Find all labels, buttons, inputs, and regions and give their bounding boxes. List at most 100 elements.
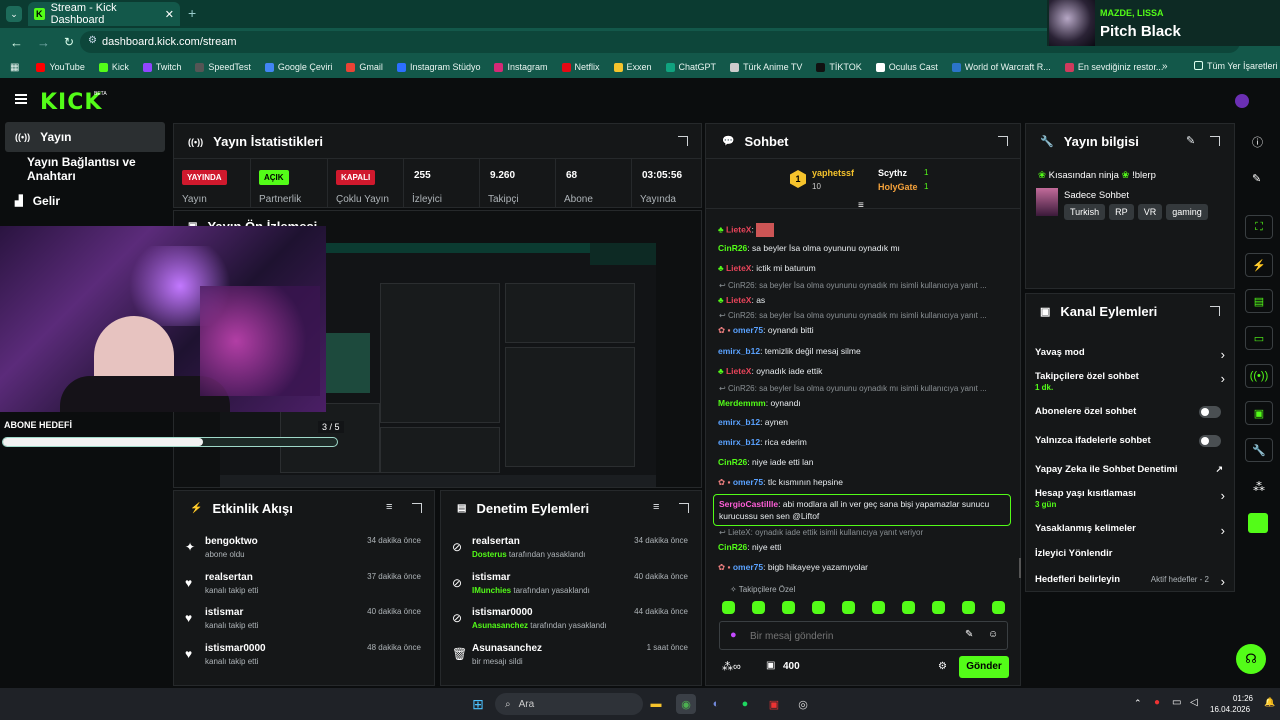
activity-row[interactable]: ♥ istismar0000 kanalı takip etti 48 dakika … — [181, 643, 425, 677]
more-bookmarks-icon[interactable]: » — [1162, 61, 1168, 72]
avatar[interactable] — [1235, 94, 1249, 108]
chat-message[interactable]: CinR26: sa beyler İsa olma oyununu oynad… — [718, 243, 1008, 253]
moderation-row[interactable]: 🗑 Asunasanchez bir mesajı sildi 1 saat önce — [448, 643, 692, 677]
mic-icon[interactable]: ● — [730, 629, 737, 641]
chat-username[interactable]: emirx_b12 — [718, 417, 760, 427]
all-bookmarks[interactable]: Tüm Yer İşaretleri — [1194, 61, 1278, 71]
site-info-icon[interactable]: ⚙ — [88, 35, 97, 46]
spotify-icon[interactable]: ● — [735, 694, 755, 714]
tray-chevron-icon[interactable]: ⌃ — [1134, 698, 1142, 709]
activity-user[interactable]: realsertan — [205, 572, 253, 583]
emote-icon[interactable] — [932, 601, 945, 614]
expand-icon[interactable] — [1210, 306, 1220, 316]
channel-action-row[interactable]: Yasaklanmış kelimeler › — [1035, 523, 1225, 538]
chat-message[interactable]: emirx_b12: aynen — [718, 417, 1008, 427]
activity-row[interactable]: ♥ realsertan kanalı takip etti 37 dakika ön… — [181, 572, 425, 606]
chat-input[interactable] — [750, 626, 950, 646]
channel-action-row[interactable]: Takipçilere özel sohbet 1 dk. › — [1035, 371, 1225, 392]
tab-search-button[interactable]: ⌄ — [6, 6, 22, 22]
tab-close-icon[interactable]: ✕ — [165, 8, 174, 21]
chat-username[interactable]: LieteX — [726, 366, 752, 376]
filter-icon[interactable]: ≡ — [653, 501, 659, 513]
tag-chip[interactable]: RP — [1109, 204, 1134, 220]
emote-icon[interactable] — [992, 601, 1005, 614]
bookmark-item[interactable]: Oculus Cast — [869, 62, 945, 72]
send-button[interactable]: Gönder — [959, 656, 1009, 678]
toggle-switch[interactable] — [1199, 435, 1221, 447]
gifter-1-name[interactable]: yaphetssf — [812, 168, 854, 178]
sidebar-item-stream-key[interactable]: Yayın Bağlantısı ve Anahtarı — [5, 154, 165, 184]
chat-username[interactable]: CinR26 — [718, 542, 747, 552]
chat-settings-icon[interactable]: ⚙ — [938, 661, 947, 672]
reload-icon[interactable]: ↻ — [64, 35, 74, 49]
bookmark-item[interactable]: SpeedTest — [188, 62, 258, 72]
taskbar-search[interactable]: ⌕ Ara — [495, 693, 643, 715]
app-red-icon[interactable]: ▣ — [764, 694, 784, 714]
moderation-row[interactable]: ⊘ realsertan Dosterus tarafından yasakland… — [448, 536, 692, 570]
browser-tab[interactable]: K Stream - Kick Dashboard ✕ — [28, 2, 180, 26]
app-icon[interactable] — [1248, 513, 1268, 533]
chat-scrollbar[interactable] — [1019, 558, 1021, 578]
chat-message[interactable]: Merdemmm: oynandı — [718, 398, 1008, 408]
chat-message[interactable]: ♣ LieteX: — [718, 223, 1008, 237]
emote-icon[interactable] — [812, 601, 825, 614]
bookmark-item[interactable]: Twitch — [136, 62, 189, 72]
chat-message[interactable]: CinR26: niye etti — [718, 542, 1008, 552]
chat-message[interactable]: emirx_b12: temizlik değil mesaj silme — [718, 346, 1008, 356]
chat-message[interactable]: ♣ LieteX: as — [718, 295, 1008, 305]
moderated-user[interactable]: istismar — [472, 572, 510, 583]
reply-context[interactable]: ↩ CinR26: sa beyler İsa olma oyununu oyn… — [719, 281, 1009, 290]
file-explorer-icon[interactable]: ▬ — [646, 694, 666, 714]
activity-user[interactable]: bengoktwo — [205, 536, 258, 547]
chat-message[interactable]: emirx_b12: rica ederim — [718, 437, 1008, 447]
edit-rail-icon[interactable]: ✎ — [1252, 172, 1261, 185]
reply-context[interactable]: ↩ CinR26: sa beyler İsa olma oyununu oyn… — [719, 311, 1009, 320]
moderated-user[interactable]: istismar0000 — [472, 607, 533, 618]
moderator-name[interactable]: IMunchies — [472, 586, 511, 595]
toggle-switch[interactable] — [1199, 406, 1221, 418]
infinity-icon[interactable]: ⁂∞ — [722, 660, 741, 673]
bookmark-item[interactable]: Türk Anime TV — [723, 62, 809, 72]
filter-icon[interactable]: ≡ — [386, 501, 392, 513]
discord-icon[interactable]: ◐ — [706, 694, 726, 714]
channel-action-row[interactable]: İzleyici Yönlendir — [1035, 548, 1225, 559]
chat-username[interactable]: emirx_b12 — [718, 437, 760, 447]
chat-message[interactable]: ✿ ▪ omer75: oynandı bitti — [718, 325, 1008, 336]
reply-context[interactable]: ↩ LieteX: oynadık iade ettik isimli kull… — [719, 528, 1009, 537]
rail-fullscreen-button[interactable]: ⛶ — [1245, 215, 1273, 239]
channel-action-row[interactable]: Hedefleri belirleyin Aktif hedefler - 2 › — [1035, 574, 1225, 589]
chat-message[interactable]: ✿ ▪ omer75: tlc kısmının hepsine — [718, 477, 1008, 488]
rail-document-button[interactable]: ▤ — [1245, 289, 1273, 313]
moderation-row[interactable]: ⊘ istismar IMunchies tarafından yasaklandı… — [448, 572, 692, 606]
notification-icon[interactable]: 🔔 — [1264, 697, 1275, 708]
bookmark-item[interactable]: Instagram Stüdyo — [390, 62, 488, 72]
chat-username[interactable]: omer75 — [733, 562, 763, 572]
info-icon[interactable]: ⓘ — [1252, 134, 1263, 150]
chat-input-box[interactable]: ● ✎ ☺ — [719, 621, 1008, 650]
emote-icon[interactable] — [902, 601, 915, 614]
bookmark-item[interactable]: Instagram — [487, 62, 554, 72]
volume-icon[interactable]: ◁ — [1190, 697, 1198, 708]
back-icon[interactable]: ← — [10, 35, 23, 50]
activity-user[interactable]: istismar0000 — [205, 643, 266, 654]
mic-tray-icon[interactable]: ● — [1154, 697, 1160, 708]
forward-icon[interactable]: → — [37, 35, 50, 50]
chat-username[interactable]: omer75 — [733, 325, 763, 335]
moderator-name[interactable]: Asunasanchez — [472, 621, 528, 630]
sidebar-item-gelir[interactable]: ▟ Gelir — [5, 186, 165, 216]
chat-username[interactable]: LieteX — [726, 295, 752, 305]
emote-icon[interactable] — [962, 601, 975, 614]
rail-wrench-button[interactable]: 🔧 — [1245, 438, 1273, 462]
chat-username[interactable]: CinR26 — [718, 243, 747, 253]
tag-chip[interactable]: VR — [1137, 204, 1163, 220]
chat-username[interactable]: CinR26 — [718, 457, 747, 467]
tag-chip[interactable]: Turkish — [1064, 204, 1106, 220]
extensions-icon[interactable]: ⁂ — [1253, 480, 1265, 494]
chat-username[interactable]: emirx_b12 — [718, 346, 760, 356]
chat-username[interactable]: Merdemmm — [718, 398, 766, 408]
tag-chip[interactable]: gaming — [1166, 204, 1208, 220]
chat-message[interactable]: CinR26: niye iade etti lan — [718, 457, 1008, 467]
expand-icon[interactable] — [1210, 136, 1220, 146]
channel-action-row[interactable]: Abonelere özel sohbet — [1035, 406, 1225, 418]
moderator-name[interactable]: Dosterus — [472, 550, 507, 559]
